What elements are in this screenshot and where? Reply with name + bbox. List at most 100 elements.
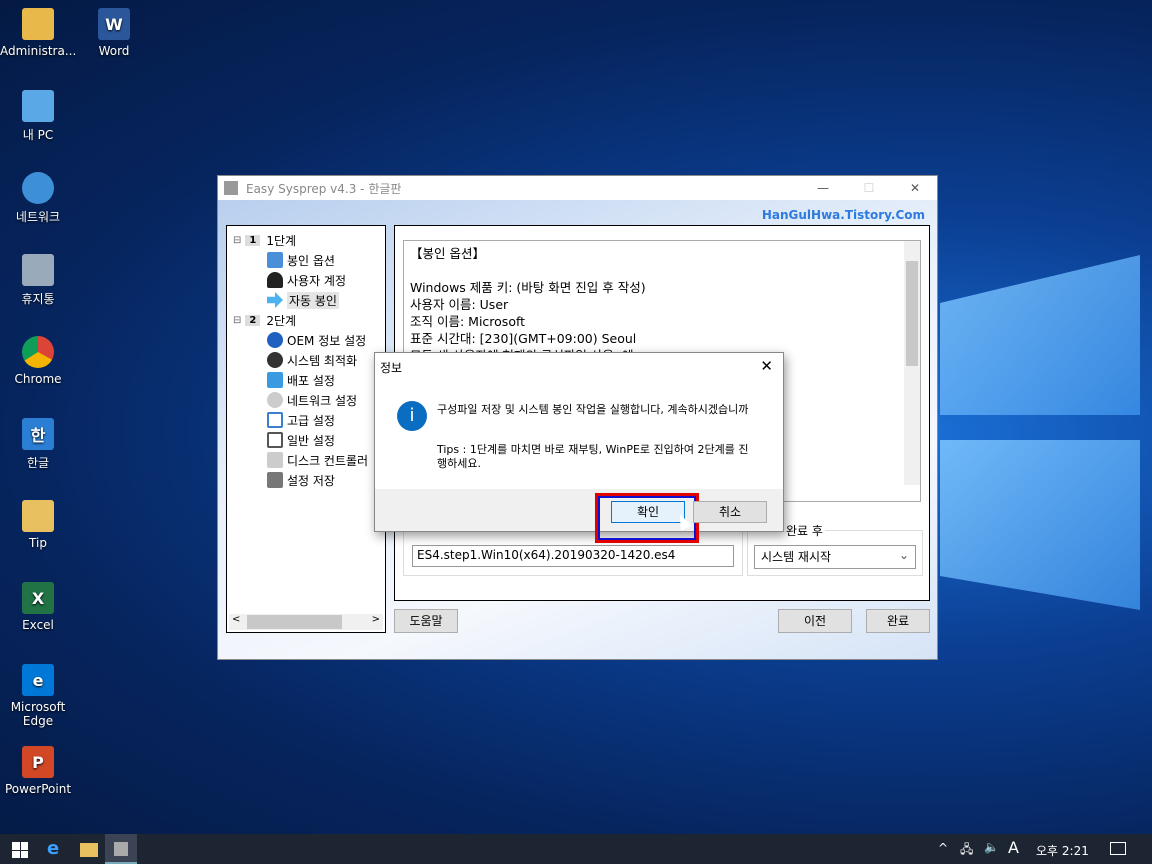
- summary-line: 조직 이름: Microsoft: [410, 314, 526, 329]
- general-icon: [267, 432, 283, 448]
- tree-item-user-account[interactable]: 사용자 계정: [267, 270, 346, 290]
- tree-item-auto-seal[interactable]: 자동 봉인: [267, 290, 339, 310]
- user-folder-icon: [22, 8, 54, 40]
- tree-item-disk-controller[interactable]: 디스크 컨트롤러: [267, 450, 368, 470]
- tree-item-oem-info[interactable]: OEM 정보 설정: [267, 330, 366, 350]
- finish-button[interactable]: 완료: [866, 609, 930, 633]
- desktop-icon-word[interactable]: W Word: [76, 8, 152, 58]
- tree-label: 설정 저장: [287, 473, 335, 488]
- tree-label: 2단계: [266, 313, 297, 328]
- tree-label: 자동 봉인: [287, 291, 339, 309]
- tree-item-deploy[interactable]: 배포 설정: [267, 370, 335, 390]
- filename-input[interactable]: ES4.step1.Win10(x64).20190320-1420.es4: [412, 545, 734, 567]
- tree-item-network[interactable]: 네트워크 설정: [267, 390, 357, 410]
- group-label: 완료 후: [784, 522, 825, 539]
- cancel-button[interactable]: 취소: [693, 501, 767, 523]
- chevron-down-icon: ⌄: [898, 548, 909, 562]
- step-number: 2: [245, 314, 261, 326]
- advanced-icon: [267, 412, 283, 428]
- arrow-right-icon: [267, 292, 283, 308]
- scroll-thumb[interactable]: [247, 615, 342, 629]
- app-icon: [114, 842, 128, 856]
- after-completion-select[interactable]: 시스템 재시작 ⌄: [754, 545, 916, 569]
- select-value: 시스템 재시작: [761, 550, 832, 564]
- info-icon: i: [397, 401, 427, 431]
- desktop-icon-recycle-bin[interactable]: 휴지통: [0, 254, 76, 307]
- close-button[interactable]: ✕: [892, 176, 938, 200]
- monitor-icon: [267, 252, 283, 268]
- tree-label: 디스크 컨트롤러: [287, 453, 369, 468]
- ime-indicator[interactable]: A: [1008, 838, 1019, 857]
- pc-icon: [22, 90, 54, 122]
- recycle-bin-icon: [22, 254, 54, 286]
- powerpoint-icon: P: [22, 746, 54, 778]
- start-button[interactable]: [12, 842, 28, 858]
- icon-label: Excel: [22, 618, 54, 632]
- previous-button[interactable]: 이전: [778, 609, 852, 633]
- collapse-icon: ⊟: [233, 234, 242, 246]
- tree-item-optimize[interactable]: 시스템 최적화: [267, 350, 357, 370]
- tree-item-save-settings[interactable]: 설정 저장: [267, 470, 335, 490]
- volume-icon[interactable]: 🔈: [984, 840, 999, 854]
- icon-label: Administra...: [0, 44, 77, 58]
- network-icon[interactable]: 🖧: [960, 840, 973, 861]
- desktop-icon-hangul[interactable]: 한 한글: [0, 418, 76, 471]
- tree-label: 고급 설정: [287, 413, 335, 428]
- file-explorer-icon[interactable]: [80, 843, 98, 857]
- taskbar: e ^ 🖧 🔈 A 오후 2:21: [0, 834, 1152, 864]
- tree-item-step1[interactable]: ⊟ 1 1단계: [233, 230, 296, 250]
- tree-label: 일반 설정: [287, 433, 335, 448]
- scroll-thumb[interactable]: [906, 261, 918, 366]
- desktop-icon-chrome[interactable]: Chrome: [0, 336, 76, 386]
- notification-icon[interactable]: [1110, 842, 1126, 855]
- icon-label: Chrome: [14, 372, 62, 386]
- tree-item-general[interactable]: 일반 설정: [267, 430, 335, 450]
- help-button[interactable]: 도움말: [394, 609, 458, 633]
- word-icon: W: [98, 8, 130, 40]
- tree-label: 1단계: [266, 233, 297, 248]
- tree-item-step2[interactable]: ⊟ 2 2단계: [233, 310, 296, 330]
- desktop-icon-edge[interactable]: e Microsoft Edge: [0, 664, 76, 728]
- icon-label: 한글: [26, 456, 50, 470]
- desktop-icon-tip[interactable]: Tip: [0, 500, 76, 550]
- icon-label: Word: [98, 44, 130, 58]
- summary-line: Windows 제품 키: (바탕 화면 진입 후 작성): [410, 280, 646, 295]
- network-icon: [22, 172, 54, 204]
- icon-label: PowerPoint: [4, 782, 72, 796]
- deploy-icon: [267, 372, 283, 388]
- icon-label: 내 PC: [22, 128, 54, 142]
- desktop-icon-network[interactable]: 네트워크: [0, 172, 76, 225]
- desktop-icon-powerpoint[interactable]: P PowerPoint: [0, 746, 76, 796]
- scroll-right-icon[interactable]: >: [372, 614, 380, 625]
- tree-item-advanced[interactable]: 고급 설정: [267, 410, 335, 430]
- dialog-close-button[interactable]: ✕: [760, 357, 773, 375]
- tree-label: 시스템 최적화: [287, 353, 358, 368]
- step-tree: ⊟ 1 1단계 봉인 옵션 사용자 계정 자동 봉인 ⊟ 2 2단계 OEM 정보 설정…: [226, 225, 386, 633]
- edge-icon: e: [22, 664, 54, 696]
- ok-button[interactable]: 확인: [611, 501, 685, 523]
- desktop-icon-administrator[interactable]: Administra...: [0, 8, 76, 58]
- show-hidden-icons-icon[interactable]: ^: [938, 841, 948, 855]
- summary-line: [410, 262, 914, 279]
- horizontal-scrollbar[interactable]: < >: [229, 614, 383, 630]
- summary-line: 표준 시간대: [230](GMT+09:00) Seoul: [410, 331, 637, 346]
- info-dialog: 정보 ✕ i 구성파일 저장 및 시스템 봉인 작업을 실행합니다, 계속하시겠…: [374, 352, 784, 543]
- easy-sysprep-taskbar-button[interactable]: [105, 834, 137, 864]
- minimize-button[interactable]: —: [800, 176, 846, 200]
- maximize-button[interactable]: ☐: [846, 176, 892, 200]
- scroll-left-icon[interactable]: <: [232, 614, 240, 625]
- brand-link[interactable]: HanGulHwa.Tistory.Com: [762, 208, 925, 222]
- desktop-icon-excel[interactable]: X Excel: [0, 582, 76, 632]
- edge-taskbar-icon[interactable]: e: [47, 838, 59, 859]
- tree-item-seal-options[interactable]: 봉인 옵션: [267, 250, 335, 270]
- tree-label: OEM 정보 설정: [287, 333, 367, 348]
- step-number: 1: [245, 234, 261, 246]
- vertical-scrollbar[interactable]: [904, 241, 920, 485]
- info-icon: [267, 332, 283, 348]
- clock[interactable]: 오후 2:21: [1036, 842, 1089, 859]
- window-title: Easy Sysprep v4.3 - 한글판: [246, 181, 402, 196]
- gear-icon: [267, 352, 283, 368]
- desktop-icon-my-pc[interactable]: 내 PC: [0, 90, 76, 143]
- icon-label: 휴지통: [21, 292, 55, 306]
- folder-icon: [22, 500, 54, 532]
